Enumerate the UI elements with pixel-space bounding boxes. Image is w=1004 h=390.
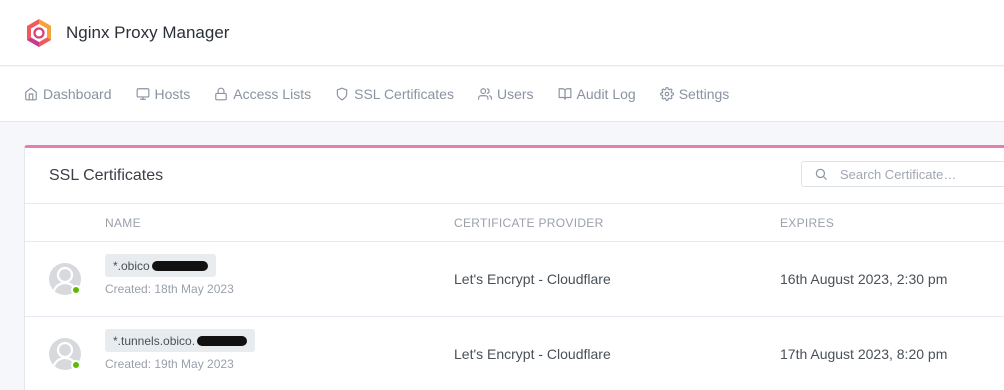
search-certificate-input[interactable] bbox=[840, 166, 1004, 182]
certificate-provider: Let's Encrypt - Cloudflare bbox=[454, 271, 611, 287]
nav-item-label: Audit Log bbox=[576, 86, 636, 102]
nav-item-users[interactable]: Users bbox=[477, 86, 534, 102]
status-online-indicator bbox=[71, 285, 81, 295]
nav-item-label: SSL Certificates bbox=[354, 86, 454, 102]
app-header: Nginx Proxy Manager bbox=[0, 0, 1004, 66]
table-row[interactable]: *.obico Created: 18th May 2023 Let's Enc… bbox=[25, 242, 1004, 317]
certificate-domain-tag[interactable]: *.tunnels.obico. bbox=[105, 329, 256, 352]
column-header-expires[interactable]: EXPIRES bbox=[780, 216, 834, 230]
certificate-domain: *.obico bbox=[113, 258, 150, 273]
nav-item-dashboard[interactable]: Dashboard bbox=[24, 86, 112, 102]
app-title[interactable]: Nginx Proxy Manager bbox=[66, 23, 229, 43]
search-box[interactable] bbox=[801, 161, 1004, 187]
table-row[interactable]: *.tunnels.obico. Created: 19th May 2023 … bbox=[25, 317, 1004, 390]
card-header: SSL Certificates bbox=[25, 148, 1004, 204]
certificate-domain-tag[interactable]: *.obico bbox=[105, 254, 216, 277]
lock-icon bbox=[215, 87, 228, 101]
column-header-name[interactable]: NAME bbox=[105, 216, 141, 230]
column-header-provider[interactable]: CERTIFICATE PROVIDER bbox=[454, 216, 604, 230]
certificate-provider: Let's Encrypt - Cloudflare bbox=[454, 346, 611, 362]
created-date: Created: 18th May 2023 bbox=[105, 282, 234, 296]
nav-item-label: Settings bbox=[678, 86, 730, 102]
expiry-date: 16th August 2023, 2:30 pm bbox=[780, 271, 948, 287]
monitor-icon bbox=[136, 88, 149, 100]
shield-icon bbox=[336, 87, 348, 101]
home-icon bbox=[25, 87, 37, 101]
nav-item-label: Hosts bbox=[154, 86, 191, 102]
ssl-certificates-card: SSL Certificates NAME CERTIFICATE PROVID… bbox=[24, 145, 1004, 390]
status-online-indicator bbox=[71, 360, 81, 370]
users-icon bbox=[477, 88, 492, 100]
search-icon bbox=[815, 168, 827, 180]
nav-item-label: Dashboard bbox=[43, 86, 112, 102]
certificate-domain: *.tunnels.obico. bbox=[113, 333, 196, 348]
redaction-mark bbox=[197, 335, 248, 346]
gear-icon bbox=[659, 87, 674, 101]
nav-item-access-lists[interactable]: Access Lists bbox=[214, 86, 311, 102]
card-title: SSL Certificates bbox=[49, 166, 164, 184]
table-header: NAME CERTIFICATE PROVIDER EXPIRES bbox=[25, 204, 1004, 242]
nav-item-audit-log[interactable]: Audit Log bbox=[558, 86, 636, 102]
book-icon bbox=[558, 88, 571, 100]
created-date: Created: 19th May 2023 bbox=[105, 357, 234, 371]
nav-item-label: Access Lists bbox=[233, 86, 312, 102]
nav-item-label: Users bbox=[496, 86, 534, 102]
nginx-proxy-manager-logo-icon[interactable] bbox=[24, 18, 54, 48]
expiry-date: 17th August 2023, 8:20 pm bbox=[780, 346, 948, 362]
nav-item-ssl-certificates[interactable]: SSL Certificates bbox=[335, 86, 454, 102]
redaction-mark bbox=[151, 260, 208, 271]
nav-item-hosts[interactable]: Hosts bbox=[136, 86, 191, 102]
main-nav: Dashboard Hosts Access Lists SSL Certifi… bbox=[0, 67, 1004, 122]
nav-item-settings[interactable]: Settings bbox=[659, 86, 730, 102]
